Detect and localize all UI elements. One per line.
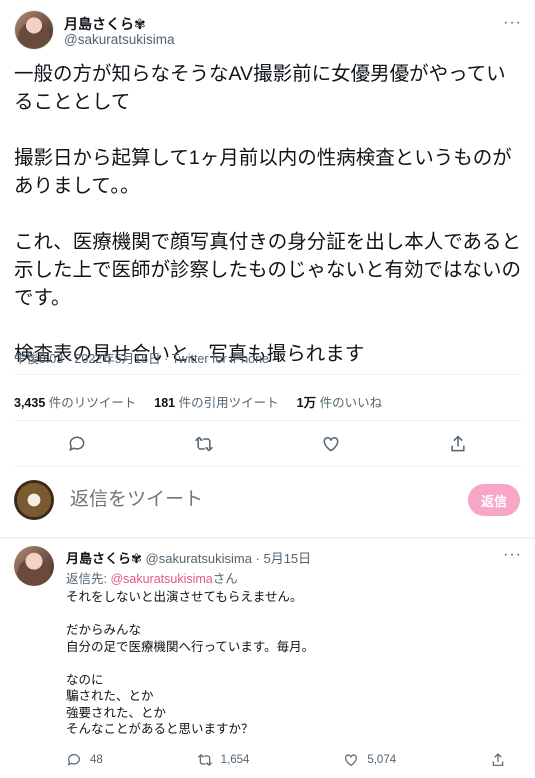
quote-count: 181 xyxy=(154,396,176,410)
more-options-icon[interactable]: ··· xyxy=(503,14,522,32)
replying-to-label: 返信先: xyxy=(66,572,111,586)
like-label: 件のいいね xyxy=(319,396,383,410)
retweet-button[interactable]: 1,654 xyxy=(197,752,250,768)
reply-button[interactable]: 48 xyxy=(66,752,103,768)
retweet-icon xyxy=(197,754,213,766)
reply-submit-button[interactable]: 返信 xyxy=(468,484,520,516)
share-button[interactable] xyxy=(490,752,506,768)
retweet-button[interactable] xyxy=(190,430,218,458)
quote-stat[interactable]: 181 件の引用ツイート xyxy=(154,392,278,411)
divider xyxy=(14,420,521,421)
tweet-source[interactable]: Twitter for iPhone xyxy=(172,352,269,366)
like-count: 1万 xyxy=(296,396,317,410)
like-count: 5,074 xyxy=(367,754,397,766)
reply-text: それをしないと出演させてもらえません。 だからみんな 自分の足で医療機関へ行って… xyxy=(66,590,315,736)
reply-button[interactable] xyxy=(63,430,91,458)
like-button[interactable]: 5,074 xyxy=(343,752,396,768)
divider xyxy=(14,466,521,467)
replying-to: 返信先: @sakuratsukisimaさん xyxy=(66,568,238,587)
reply-header: 月島さくら✾ @sakuratsukisima · 5月15日 xyxy=(66,548,311,567)
retweet-stat[interactable]: 3,435 件のリツイート xyxy=(14,392,136,411)
more-options-icon[interactable]: ··· xyxy=(503,546,522,564)
tweet-actions xyxy=(14,430,521,458)
retweet-label: 件のリツイート xyxy=(48,396,137,410)
retweet-count: 1,654 xyxy=(220,754,250,766)
tweet-timestamp[interactable]: 午後8:03 · 2022年5月15日 xyxy=(14,352,161,366)
avatar[interactable] xyxy=(14,546,54,586)
tweet-header: 月島さくら✾ @sakuratsukisima ··· xyxy=(14,10,524,52)
divider xyxy=(14,374,521,375)
replying-to-suffix: さん xyxy=(212,572,238,586)
reply-icon xyxy=(67,754,80,766)
reply-icon xyxy=(69,436,85,452)
avatar[interactable] xyxy=(14,10,54,50)
reply-input[interactable] xyxy=(68,488,452,512)
like-stat[interactable]: 1万 件のいいね xyxy=(297,392,382,411)
heart-icon xyxy=(345,754,358,767)
reply-actions: 48 1,654 5,074 xyxy=(66,752,506,768)
handle-time[interactable]: @sakuratsukisima · 5月15日 xyxy=(146,551,312,566)
heart-icon xyxy=(323,436,339,452)
reply-count: 48 xyxy=(90,754,103,766)
display-name[interactable]: 月島さくら✾ xyxy=(66,551,142,566)
tweet-meta: 午後8:03 · 2022年5月15日 · Twitter for iPhone xyxy=(14,348,269,367)
quote-label: 件の引用ツイート xyxy=(178,396,279,410)
retweet-icon xyxy=(194,436,214,452)
retweet-count: 3,435 xyxy=(14,396,46,410)
separator: · xyxy=(164,352,172,366)
section-divider xyxy=(0,537,535,539)
reply-composer: 返信 xyxy=(14,478,524,524)
user-avatar[interactable] xyxy=(14,480,54,520)
share-icon xyxy=(451,435,465,452)
tweet-stats: 3,435 件のリツイート 181 件の引用ツイート 1万 件のいいね xyxy=(14,392,382,411)
display-name[interactable]: 月島さくら✾ xyxy=(64,14,146,34)
tweet-text: 一般の方が知らなそうなAV撮影前に女優男優がやっていることとして 撮影日から起算… xyxy=(14,63,522,365)
like-button[interactable] xyxy=(317,430,345,458)
user-handle[interactable]: @sakuratsukisima xyxy=(64,32,175,47)
replying-to-link[interactable]: @sakuratsukisima xyxy=(110,572,212,586)
share-icon xyxy=(492,753,504,766)
share-button[interactable] xyxy=(444,430,472,458)
